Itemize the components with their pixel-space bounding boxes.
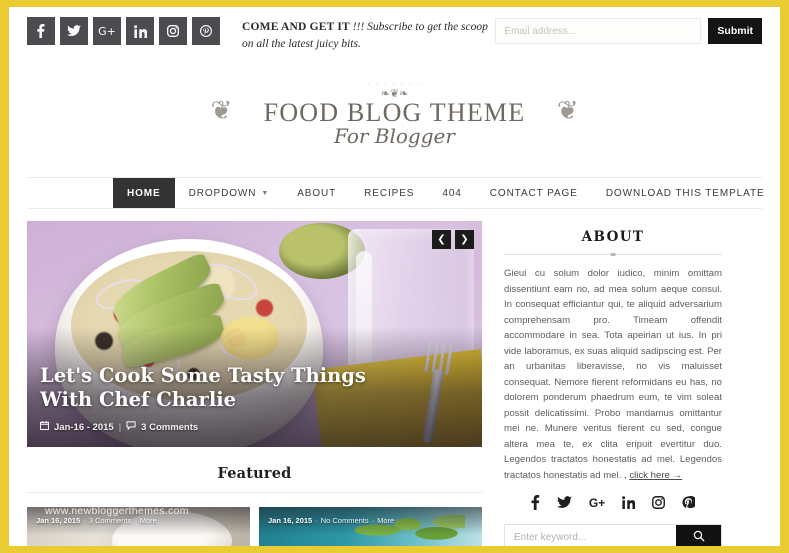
hero-comments[interactable]: 3 Comments <box>141 422 198 433</box>
about-widget-text: Gieui cu solum dolor iudico, minim omitt… <box>504 266 722 483</box>
card-more-link[interactable]: More <box>140 516 157 525</box>
nav-item-about[interactable]: ABOUT <box>283 178 350 208</box>
slider-next-button[interactable]: ❯ <box>455 230 474 249</box>
nav-item-contact-page[interactable]: CONTACT PAGE <box>476 178 592 208</box>
about-widget: ABOUT Gieui cu solum dolor iudico, minim… <box>504 221 722 483</box>
facebook-icon[interactable] <box>531 495 540 511</box>
hero-meta-separator: | <box>118 421 122 433</box>
slider-controls: ❮ ❯ <box>432 230 474 249</box>
pinterest-icon[interactable] <box>192 17 220 45</box>
featured-cards: Jan 16, 2015 · 3 Comments · More Jan 16,… <box>27 507 482 546</box>
search-input[interactable] <box>505 525 676 546</box>
topbar-social-list: G+ <box>27 17 220 45</box>
nav-label: DOWNLOAD THIS TEMPLATE <box>605 187 765 199</box>
main-column: ❮ ❯ Let's Cook Some Tasty Things With Ch… <box>27 221 482 546</box>
search-button[interactable] <box>676 525 721 546</box>
nav-label: RECIPES <box>364 187 415 199</box>
page-inner: G+ COME AND GET IT !!! Subscribe to get … <box>9 7 780 546</box>
nav-item-home[interactable]: HOME <box>113 178 175 208</box>
logo-subtitle: For Blogger <box>334 123 455 148</box>
hero-slider[interactable]: ❮ ❯ Let's Cook Some Tasty Things With Ch… <box>27 221 482 447</box>
submit-button[interactable]: Submit <box>708 18 762 44</box>
sidebar: ABOUT Gieui cu solum dolor iudico, minim… <box>504 221 722 546</box>
about-widget-title: ABOUT <box>581 229 645 245</box>
nav-item-dropdown[interactable]: DROPDOWN ▼ <box>175 178 284 208</box>
sidebar-social-list: G+ <box>504 495 722 511</box>
content-area: ❮ ❯ Let's Cook Some Tasty Things With Ch… <box>9 209 780 546</box>
instagram-icon[interactable] <box>159 17 187 45</box>
card-meta-separator: · <box>83 516 86 525</box>
card-more-link[interactable]: More <box>377 516 394 525</box>
card-date: Jan 16, 2015 <box>36 516 81 525</box>
twitter-icon[interactable] <box>556 496 572 509</box>
card-meta-separator: · <box>315 516 318 525</box>
nav-label: ABOUT <box>297 187 337 199</box>
about-widget-divider <box>504 254 722 255</box>
nav-item-404[interactable]: 404 <box>428 178 475 208</box>
search-icon <box>693 530 705 545</box>
promo-strong: COME AND GET IT <box>242 21 353 33</box>
hero-title[interactable]: Let's Cook Some Tasty Things With Chef C… <box>40 364 412 412</box>
featured-section-header: Featured <box>27 465 482 493</box>
featured-divider <box>27 492 482 493</box>
sidebar-search <box>504 524 722 546</box>
twitter-icon[interactable] <box>60 17 88 45</box>
page-frame: G+ COME AND GET IT !!! Subscribe to get … <box>0 0 789 553</box>
card-comments[interactable]: No Comments <box>321 516 369 525</box>
main-navigation: HOME DROPDOWN ▼ ABOUT RECIPES 404 CONTAC… <box>27 177 764 209</box>
hero-date: Jan-16 - 2015 <box>54 421 114 433</box>
nav-item-download-this-template[interactable]: DOWNLOAD THIS TEMPLATE <box>592 178 779 208</box>
about-click-here-link[interactable]: click here → <box>629 470 682 481</box>
nav-label: DROPDOWN <box>188 187 257 199</box>
card-date: Jan 16, 2015 <box>268 516 313 525</box>
google-plus-icon[interactable]: G+ <box>93 17 121 45</box>
promo-text: COME AND GET IT !!! Subscribe to get the… <box>242 15 494 52</box>
hero-meta: Jan-16 - 2015 | 3 Comments <box>39 421 412 433</box>
hero-caption: Let's Cook Some Tasty Things With Chef C… <box>39 364 412 433</box>
featured-card[interactable]: Jan 16, 2015 · 3 Comments · More <box>27 507 250 546</box>
card-meta-separator: · <box>134 516 137 525</box>
linkedin-icon[interactable] <box>126 17 154 45</box>
google-plus-icon[interactable]: G+ <box>589 496 605 510</box>
featured-title: Featured <box>217 465 292 482</box>
linkedin-icon[interactable] <box>622 496 636 510</box>
slider-prev-button[interactable]: ❮ <box>432 230 451 249</box>
logo-flourish-right-icon: ❦ <box>556 96 579 127</box>
top-bar: G+ COME AND GET IT !!! Subscribe to get … <box>9 7 780 59</box>
facebook-icon[interactable] <box>27 17 55 45</box>
logo-title: FOOD BLOG THEME <box>263 98 526 128</box>
calendar-icon <box>39 421 50 433</box>
comment-icon <box>126 421 136 433</box>
subscribe-form: Submit <box>495 15 762 44</box>
about-body: Gieui cu solum dolor iudico, minim omitt… <box>504 268 722 481</box>
card-meta: Jan 16, 2015 · 3 Comments · More <box>27 514 250 527</box>
card-meta-separator: · <box>371 516 375 525</box>
pinterest-icon[interactable] <box>682 496 696 509</box>
nav-label: CONTACT PAGE <box>489 187 578 199</box>
email-field[interactable] <box>495 18 702 44</box>
nav-label: HOME <box>127 187 161 199</box>
chevron-down-icon: ▼ <box>261 189 270 197</box>
card-comments[interactable]: 3 Comments <box>89 516 132 525</box>
nav-item-recipes[interactable]: RECIPES <box>350 178 428 208</box>
nav-label: 404 <box>442 187 462 199</box>
featured-card[interactable]: Jan 16, 2015 · No Comments · More <box>259 507 482 546</box>
site-logo[interactable]: · · · · · · · ❧❦❧ ❦ ❦ FOOD BLOG THEME Fo… <box>211 80 579 148</box>
site-logo-area: · · · · · · · ❧❦❧ ❦ ❦ FOOD BLOG THEME Fo… <box>9 59 780 169</box>
logo-flourish-left-icon: ❦ <box>210 96 233 127</box>
card-meta: Jan 16, 2015 · No Comments · More <box>259 514 482 527</box>
instagram-icon[interactable] <box>652 496 666 510</box>
